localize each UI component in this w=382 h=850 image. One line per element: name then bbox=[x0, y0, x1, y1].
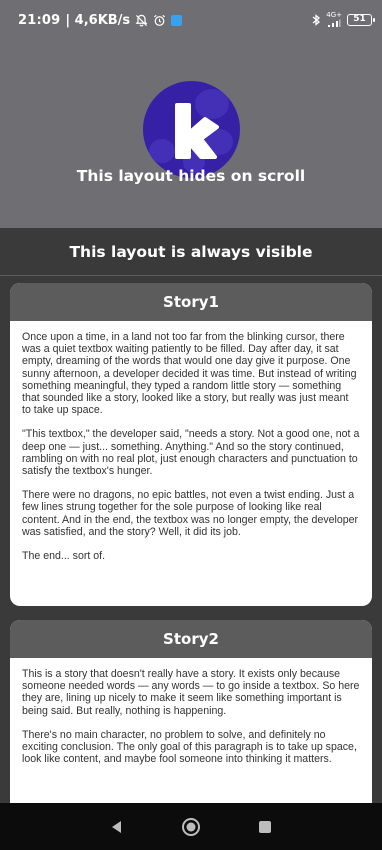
home-button[interactable] bbox=[171, 807, 211, 847]
status-time: 21:09 bbox=[18, 12, 61, 28]
story-paragraph: This is a story that doesn't really have… bbox=[22, 668, 360, 717]
sticky-header-title: This layout is always visible bbox=[69, 242, 313, 261]
story-paragraph: Once upon a time, in a land not too far … bbox=[22, 331, 357, 417]
signal-icon: 4G+ bbox=[326, 12, 342, 28]
recents-button[interactable] bbox=[245, 807, 285, 847]
home-icon bbox=[182, 817, 200, 836]
back-icon bbox=[112, 820, 121, 833]
network-speed: | 4,6KB/s bbox=[65, 12, 131, 28]
app-logo bbox=[143, 81, 240, 178]
story-paragraph: The end... sort of. bbox=[22, 550, 106, 563]
battery-level: 51 bbox=[353, 14, 366, 24]
sticky-header: This layout is always visible bbox=[0, 228, 382, 276]
story-textbox[interactable]: This is a story that doesn't really have… bbox=[10, 658, 372, 779]
battery-icon: 51 bbox=[347, 14, 375, 26]
story-title: Story2 bbox=[163, 630, 219, 648]
network-type: 4G+ bbox=[326, 11, 342, 19]
status-left: 21:09 | 4,6KB/s bbox=[18, 12, 183, 28]
status-right: 4G+ 51 bbox=[311, 12, 375, 28]
story-card: Story1 Once upon a time, in a land not t… bbox=[10, 283, 372, 606]
story-textbox[interactable]: Once upon a time, in a land not too far … bbox=[10, 321, 372, 576]
bluetooth-icon bbox=[311, 13, 321, 27]
story-card: Story2 This is a story that doesn't real… bbox=[10, 620, 372, 810]
story-paragraph: "This textbox," the developer said, "nee… bbox=[22, 428, 360, 478]
app-notification-icon bbox=[171, 14, 183, 26]
story-paragraph: There were no dragons, no epic battles, … bbox=[22, 489, 359, 538]
alarm-icon bbox=[153, 14, 166, 27]
collapsing-header: This layout hides on scroll bbox=[0, 40, 382, 228]
story-card-header: Story2 bbox=[10, 620, 372, 658]
recents-icon bbox=[259, 820, 271, 833]
status-bar: 21:09 | 4,6KB/s 4G+ 51 bbox=[0, 0, 382, 40]
back-button[interactable] bbox=[97, 807, 137, 847]
story-paragraph: There's no main character, no problem to… bbox=[22, 728, 357, 766]
bell-muted-icon bbox=[135, 14, 148, 27]
story-title: Story1 bbox=[163, 293, 219, 311]
system-navigation-bar bbox=[0, 803, 382, 850]
logo-k-icon bbox=[175, 103, 219, 159]
story-card-header: Story1 bbox=[10, 283, 372, 321]
collapsing-header-title: This layout hides on scroll bbox=[76, 167, 306, 185]
